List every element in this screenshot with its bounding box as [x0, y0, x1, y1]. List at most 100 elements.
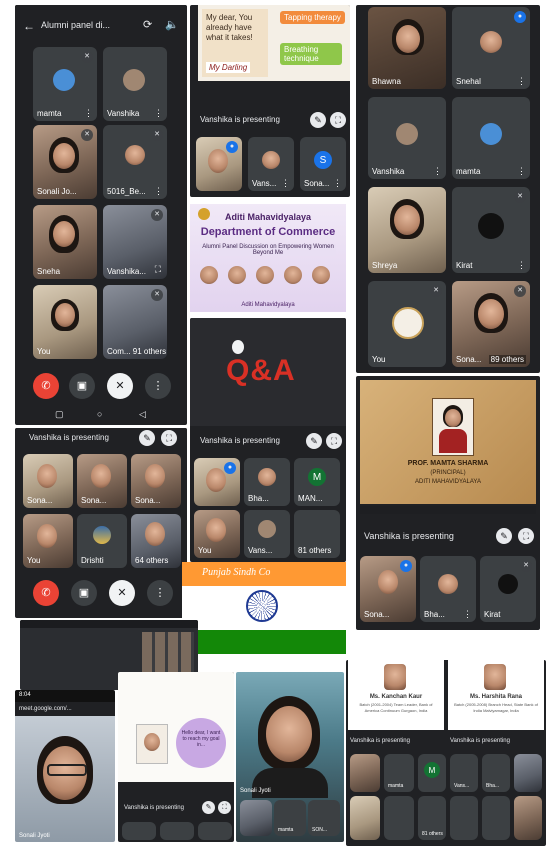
participant-tile[interactable]: ✕ Vanshika... ⛶ [103, 205, 167, 279]
end-call-button[interactable]: ✆ [33, 580, 59, 606]
mic-off-icon: ✕ [520, 560, 532, 572]
participant-tile[interactable]: Drishti [77, 514, 127, 568]
participant-tile[interactable]: You [33, 285, 97, 359]
fullscreen-icon[interactable]: ⛶ [161, 430, 177, 446]
participant-tile[interactable]: ✕ Kirat ⋮ [452, 187, 530, 273]
back-icon[interactable]: ◁ [139, 409, 146, 420]
participant-tile[interactable]: ✕ mamta ⋮ [33, 47, 97, 121]
participant-tile[interactable] [450, 796, 478, 840]
participant-name: mamta [37, 109, 62, 118]
pin-icon[interactable]: ✎ [310, 112, 326, 128]
participant-tile[interactable] [482, 796, 510, 840]
ashoka-chakra-icon [246, 590, 278, 622]
more-options-icon[interactable]: ⋮ [154, 187, 163, 196]
avatar [438, 574, 458, 594]
participant-tile[interactable]: Vans... [450, 754, 478, 792]
fullscreen-icon[interactable]: ⛶ [218, 801, 231, 814]
more-options-icon[interactable]: ⋮ [84, 109, 93, 118]
participant-tile[interactable]: 81 others [418, 796, 446, 840]
participant-tile[interactable]: ● Sona... [360, 556, 416, 622]
participant-tile[interactable]: Vanshika ⋮ [103, 47, 167, 121]
participant-name: You [37, 347, 51, 356]
participant-tile[interactable]: mamta [274, 800, 306, 836]
participant-tile[interactable]: 81 others [294, 510, 340, 558]
participant-tile[interactable]: Sneha [33, 205, 97, 279]
participant-tile[interactable]: You [23, 514, 73, 568]
participant-tile[interactable] [160, 822, 194, 840]
participant-tile[interactable]: Bhawna [368, 7, 446, 89]
participant-tile[interactable] [240, 800, 272, 836]
participant-tile[interactable]: Sona... [77, 454, 127, 508]
participant-tile[interactable]: Vans... [244, 510, 290, 558]
recents-icon[interactable]: ▢ [55, 409, 64, 420]
participant-tile[interactable]: Sona... [131, 454, 181, 508]
participant-name: Kirat [484, 610, 501, 619]
mic-button[interactable]: ✕ [109, 580, 135, 606]
participant-tile[interactable]: ● Snehal ⋮ [452, 7, 530, 89]
participant-tile[interactable]: ✕ You [368, 281, 446, 367]
pin-icon[interactable]: ✎ [306, 433, 322, 449]
more-options-icon[interactable]: ⋮ [333, 179, 342, 188]
more-options-icon[interactable]: ⋮ [463, 610, 472, 619]
participant-tile[interactable]: ✕ 5016_Be... ⋮ [103, 125, 167, 199]
principal-college: ADITI MAHAVIDYALAYA [415, 479, 481, 485]
more-options-icon[interactable]: ⋮ [517, 77, 526, 86]
participant-tile[interactable] [350, 796, 380, 840]
participant-tile[interactable] [350, 754, 380, 792]
home-icon[interactable]: ○ [97, 409, 102, 419]
participant-tile[interactable]: ✕ Sona... 89 others [452, 281, 530, 367]
more-options-icon[interactable]: ⋮ [154, 109, 163, 118]
participant-tile[interactable] [198, 822, 232, 840]
participant-tile[interactable]: mamta [384, 754, 414, 792]
more-options-icon[interactable]: ⋮ [281, 179, 290, 188]
speaker-icon[interactable]: 🔈 [165, 18, 179, 31]
camera-button[interactable]: ▣ [69, 373, 95, 399]
qa-figure [232, 340, 244, 354]
participant-tile[interactable]: Sona... [23, 454, 73, 508]
participant-tile[interactable]: ✕ Kirat [480, 556, 536, 622]
participant-tile[interactable]: Shreya [368, 187, 446, 273]
pin-icon[interactable]: ✎ [139, 430, 155, 446]
more-options-icon[interactable]: ⋮ [517, 261, 526, 270]
browser-bar: meet.google.com/... [15, 702, 115, 716]
participant-tile[interactable]: Vans... ⋮ [248, 137, 294, 191]
participant-tile[interactable]: You [194, 510, 240, 558]
participant-tile[interactable]: mamta ⋮ [452, 97, 530, 179]
participant-tile[interactable]: Bha... [244, 458, 290, 506]
more-button[interactable]: ⋮ [147, 580, 173, 606]
more-button[interactable]: ⋮ [145, 373, 171, 399]
participant-tile[interactable]: Bha... [482, 754, 510, 792]
participant-tile[interactable]: ✕ Com... 91 others [103, 285, 167, 359]
fullscreen-icon[interactable]: ⛶ [155, 264, 161, 275]
camera-button[interactable]: ▣ [71, 580, 97, 606]
fullscreen-icon[interactable]: ⛶ [326, 433, 342, 449]
mic-button[interactable]: ✕ [107, 373, 133, 399]
participant-tile[interactable]: ✕ Sonali Jo... [33, 125, 97, 199]
fullscreen-icon[interactable]: ⛶ [330, 112, 346, 128]
participant-tile[interactable]: M MAN... [294, 458, 340, 506]
participant-tile[interactable]: M [418, 754, 446, 792]
end-call-button[interactable]: ✆ [33, 373, 59, 399]
switch-camera-icon[interactable]: ⟳ [143, 18, 152, 31]
participant-tile[interactable] [384, 796, 414, 840]
participant-tile[interactable]: SON... [308, 800, 340, 836]
participant-tile[interactable]: Bha... ⋮ [420, 556, 476, 622]
slide-card-text: My dear, You already have what it takes! [206, 13, 253, 42]
back-arrow-icon[interactable]: ← [23, 19, 35, 33]
participant-tile[interactable] [122, 822, 156, 840]
pin-icon[interactable]: ✎ [202, 801, 215, 814]
participant-tile[interactable] [514, 796, 542, 840]
pin-icon[interactable]: ✎ [496, 528, 512, 544]
participant-tile[interactable]: Vanshika ⋮ [368, 97, 446, 179]
mic-off-icon: ✕ [514, 285, 526, 297]
participant-tile[interactable]: ● [196, 137, 242, 191]
participant-tile[interactable]: ● [194, 458, 240, 506]
participant-tile[interactable]: S Sona... ⋮ [300, 137, 346, 191]
more-options-icon[interactable]: ⋮ [433, 167, 442, 176]
more-options-icon[interactable]: ⋮ [517, 167, 526, 176]
others-count: 89 others [488, 355, 526, 364]
fullscreen-icon[interactable]: ⛶ [518, 528, 534, 544]
alumni-details: Batch (2001-2004) Team Leader, Bank of A… [359, 702, 433, 713]
participant-tile[interactable]: 64 others [131, 514, 181, 568]
participant-tile[interactable] [514, 754, 542, 792]
